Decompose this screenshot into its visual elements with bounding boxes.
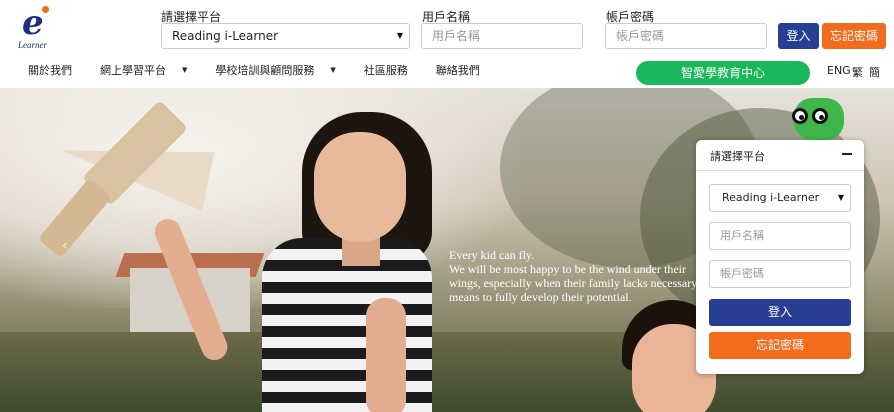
login-button[interactable]: 登入	[778, 23, 819, 49]
girl-face	[314, 132, 406, 242]
logo-letter: e	[22, 3, 44, 43]
mascot-icon[interactable]	[788, 92, 848, 142]
nav-online-platform[interactable]: 網上學習平台 ▼	[100, 62, 201, 78]
main-nav: 關於我們 網上學習平台 ▼ 學校培訓與顧問服務 ▼ 社區服務 聯絡我們	[28, 62, 508, 78]
nav-school-training[interactable]: 學校培訓與顧問服務 ▼	[215, 62, 349, 78]
nav-about-label: 關於我們	[28, 64, 72, 77]
nav-contact-label: 聯絡我們	[435, 64, 480, 77]
carousel-prev-icon[interactable]: ‹	[62, 238, 68, 254]
caret-down-icon: ▼	[330, 66, 336, 74]
panel-login-button[interactable]: 登入	[709, 299, 851, 326]
nav-community[interactable]: 社區服務	[364, 62, 422, 78]
mascot-pupil	[819, 115, 824, 120]
forgot-password-button[interactable]: 忘記密碼	[822, 23, 886, 49]
brand-logo[interactable]: e Learner	[18, 6, 54, 50]
nav-contact[interactable]: 聯絡我們	[436, 62, 494, 78]
mascot-eye	[792, 108, 808, 124]
dropdown-arrow-icon: ▼	[396, 31, 403, 40]
panel-forgot-button[interactable]: 忘記密碼	[709, 332, 851, 359]
lang-simplified[interactable]: 簡	[869, 64, 880, 80]
panel-username-input[interactable]: 用戶名稱	[709, 222, 851, 250]
hero-quote: Every kid can fly. We will be most happy…	[449, 248, 698, 304]
panel-platform-select[interactable]: Reading i-Learner ▼	[709, 184, 851, 212]
panel-password-input[interactable]: 帳戶密碼	[709, 260, 851, 288]
nav-online-platform-label: 網上學習平台	[100, 64, 166, 77]
panel-platform-value: Reading i-Learner	[722, 191, 820, 204]
lang-eng[interactable]: ENG	[827, 64, 851, 77]
panel-divider	[696, 170, 864, 171]
minimize-icon[interactable]	[842, 148, 852, 158]
caret-down-icon: ▼	[182, 66, 188, 74]
logo-dot	[42, 6, 49, 13]
lang-traditional[interactable]: 繁	[852, 64, 863, 80]
nav-about[interactable]: 關於我們	[28, 62, 86, 78]
mascot-eye	[812, 108, 828, 124]
dropdown-arrow-icon: ▼	[837, 193, 844, 202]
nav-community-label: 社區服務	[363, 64, 408, 77]
education-center-button[interactable]: 智愛學教育中心	[636, 61, 810, 85]
nav-school-training-label: 學校培訓與顧問服務	[215, 64, 315, 77]
login-panel: 請選擇平台 Reading i-Learner ▼ 用戶名稱 帳戶密碼 登入 忘…	[696, 140, 864, 374]
girl-arm	[366, 298, 406, 412]
password-input[interactable]: 帳戶密碼	[605, 23, 767, 49]
mascot-pupil	[799, 115, 804, 120]
panel-title: 請選擇平台	[710, 150, 765, 163]
logo-text: Learner	[18, 40, 47, 50]
platform-select-value: Reading i-Learner	[172, 29, 279, 43]
username-input[interactable]: 用戶名稱	[421, 23, 583, 49]
platform-select[interactable]: Reading i-Learner ▼	[161, 23, 410, 49]
